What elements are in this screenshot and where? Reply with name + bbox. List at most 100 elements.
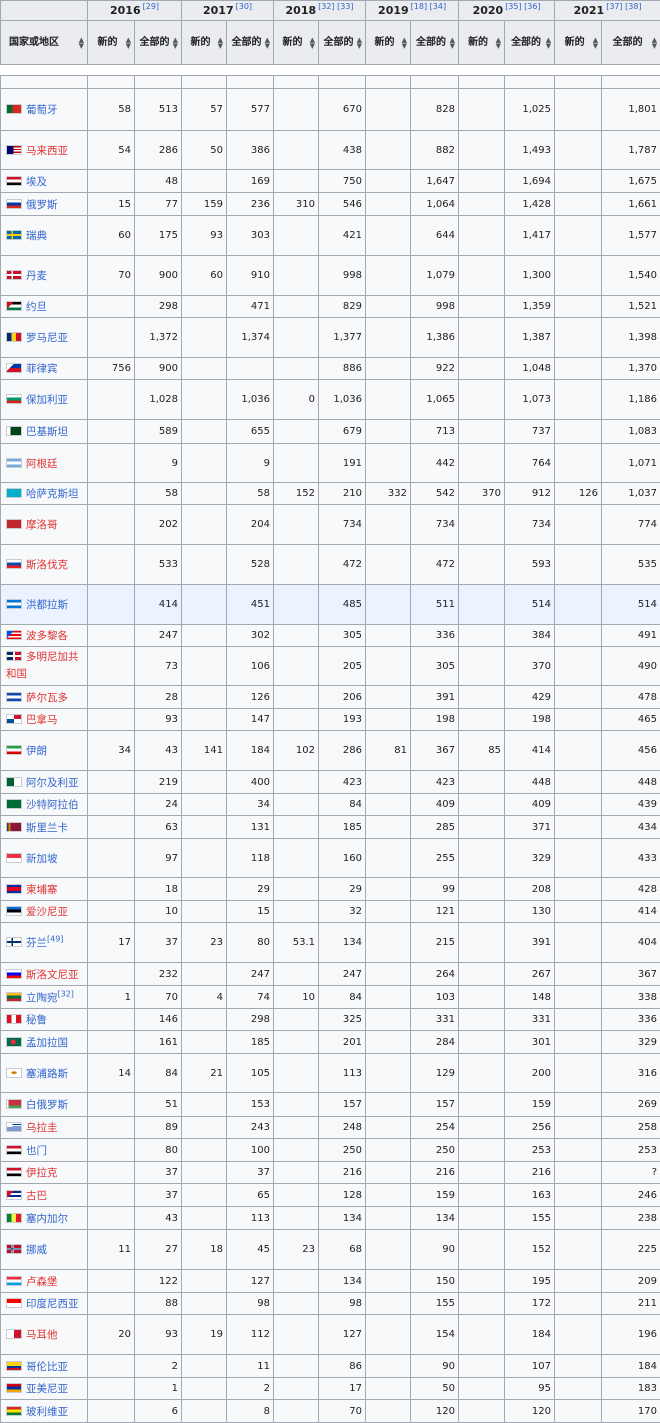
- year-ref-link[interactable]: [35] [36]: [505, 2, 540, 11]
- peru-flag-icon: [6, 1014, 22, 1024]
- country-link[interactable]: 菲律宾: [26, 363, 58, 375]
- table-row: 斯洛伐克533528472472593535: [1, 545, 660, 585]
- country-link[interactable]: 马来西亚: [26, 145, 68, 157]
- new-column-header-2021[interactable]: 新的▲▼: [555, 21, 602, 65]
- country-link[interactable]: 秘鲁: [26, 1014, 47, 1026]
- year-ref-link[interactable]: [32] [33]: [318, 2, 353, 11]
- country-link[interactable]: 阿尔及利亚: [26, 777, 79, 789]
- new-column-header-2016[interactable]: 新的▲▼: [88, 21, 135, 65]
- sort-arrows-icon[interactable]: ▲▼: [218, 37, 223, 49]
- total-column-header-2016[interactable]: 全部的▲▼: [135, 21, 182, 65]
- country-link[interactable]: 卢森堡: [26, 1276, 58, 1288]
- new-column-header-2020[interactable]: 新的▲▼: [459, 21, 505, 65]
- new-capacity-cell: [274, 89, 319, 131]
- country-link[interactable]: 阿根廷: [26, 458, 58, 470]
- total-capacity-cell: 465: [602, 709, 660, 731]
- jordan-flag-icon: [6, 301, 22, 311]
- country-link[interactable]: 马耳他: [26, 1329, 58, 1341]
- country-link[interactable]: 也门: [26, 1145, 47, 1157]
- country-cell: 立陶宛[32]: [1, 986, 88, 1009]
- sort-arrows-icon[interactable]: ▲▼: [126, 37, 131, 49]
- total-capacity-cell: 414: [505, 731, 555, 771]
- country-link[interactable]: 斯里兰卡: [26, 822, 68, 834]
- country-link[interactable]: 古巴: [26, 1190, 47, 1202]
- country-link[interactable]: 哈萨克斯坦: [26, 488, 79, 500]
- total-column-header-2020[interactable]: 全部的▲▼: [505, 21, 555, 65]
- total-column-header-2019[interactable]: 全部的▲▼: [411, 21, 459, 65]
- country-column-header[interactable]: 国家或地区▲▼: [1, 21, 88, 65]
- country-link[interactable]: 波多黎各: [26, 630, 68, 642]
- country-link[interactable]: 塞浦路斯: [26, 1068, 68, 1080]
- country-link[interactable]: 新加坡: [26, 853, 58, 865]
- country-link[interactable]: 伊拉克: [26, 1167, 58, 1179]
- year-ref-link[interactable]: [30]: [236, 2, 252, 11]
- sort-arrows-icon[interactable]: ▲▼: [496, 37, 501, 49]
- country-link[interactable]: 摩洛哥: [26, 519, 58, 531]
- country-link[interactable]: 芬兰: [26, 937, 47, 949]
- sort-arrows-icon[interactable]: ▲▼: [450, 37, 455, 49]
- sort-arrows-icon[interactable]: ▲▼: [173, 37, 178, 49]
- cuba-flag-icon: [6, 1190, 22, 1200]
- total-capacity-cell: 90: [411, 1230, 459, 1270]
- total-column-header-2021[interactable]: 全部的▲▼: [602, 21, 660, 65]
- country-link[interactable]: 立陶宛: [26, 992, 58, 1004]
- sort-arrows-icon[interactable]: ▲▼: [357, 37, 362, 49]
- country-link[interactable]: 洪都拉斯: [26, 599, 68, 611]
- country-link[interactable]: 罗马尼亚: [26, 332, 68, 344]
- new-column-header-2018[interactable]: 新的▲▼: [274, 21, 319, 65]
- country-link[interactable]: 孟加拉国: [26, 1037, 68, 1049]
- year-ref-link[interactable]: [18] [34]: [411, 2, 446, 11]
- sort-arrows-icon[interactable]: ▲▼: [402, 37, 407, 49]
- sort-arrows-icon[interactable]: ▲▼: [310, 37, 315, 49]
- country-link[interactable]: 挪威: [26, 1244, 47, 1256]
- total-column-header-2017[interactable]: 全部的▲▼: [227, 21, 274, 65]
- year-ref-link[interactable]: [29]: [143, 2, 159, 11]
- sort-arrows-icon[interactable]: ▲▼: [593, 37, 598, 49]
- country-link[interactable]: 哥伦比亚: [26, 1361, 68, 1373]
- country-link[interactable]: 约旦: [26, 301, 47, 313]
- sort-arrows-icon[interactable]: ▲▼: [265, 37, 270, 49]
- country-link[interactable]: 印度尼西亚: [26, 1298, 79, 1310]
- country-ref-link[interactable]: [49]: [47, 935, 63, 944]
- country-link[interactable]: 丹麦: [26, 270, 47, 282]
- russia-flag-icon: [6, 199, 22, 209]
- total-capacity-cell: 286: [319, 731, 366, 771]
- total-capacity-cell: 528: [227, 545, 274, 585]
- country-ref-link[interactable]: [32]: [58, 989, 74, 998]
- new-column-header-2017[interactable]: 新的▲▼: [182, 21, 227, 65]
- country-link[interactable]: 伊朗: [26, 745, 47, 757]
- total-column-header-2018[interactable]: 全部的▲▼: [319, 21, 366, 65]
- year-ref-link[interactable]: [37] [38]: [606, 2, 641, 11]
- country-link[interactable]: 瑞典: [26, 230, 47, 242]
- total-capacity-cell: 414: [135, 585, 182, 625]
- country-link[interactable]: 亚美尼亚: [26, 1383, 68, 1395]
- country-link[interactable]: 俄罗斯: [26, 199, 58, 211]
- sort-arrows-icon[interactable]: ▲▼: [79, 37, 84, 49]
- new-column-header-2019[interactable]: 新的▲▼: [366, 21, 411, 65]
- new-capacity-cell: [366, 1355, 411, 1378]
- country-link[interactable]: 巴基斯坦: [26, 426, 68, 438]
- sort-arrows-icon[interactable]: ▲▼: [546, 37, 551, 49]
- country-link[interactable]: 巴拿马: [26, 714, 58, 726]
- new-capacity-cell: [366, 505, 411, 545]
- total-capacity-cell: 170: [602, 1400, 660, 1423]
- country-link[interactable]: 玻利维亚: [26, 1406, 68, 1418]
- country-link[interactable]: 萨尔瓦多: [26, 692, 68, 704]
- new-capacity-cell: [366, 709, 411, 731]
- country-link[interactable]: 葡萄牙: [26, 104, 58, 116]
- country-link[interactable]: 保加利亚: [26, 394, 68, 406]
- country-link[interactable]: 斯洛文尼亚: [26, 969, 79, 981]
- total-capacity-cell: 371: [505, 816, 555, 839]
- country-link[interactable]: 柬埔寨: [26, 884, 58, 896]
- country-link[interactable]: 白俄罗斯: [26, 1099, 68, 1111]
- sort-arrows-icon[interactable]: ▲▼: [652, 37, 657, 49]
- country-link[interactable]: 爱沙尼亚: [26, 906, 68, 918]
- total-capacity-cell: 285: [411, 816, 459, 839]
- country-cell: 沙特阿拉伯: [1, 794, 88, 816]
- country-link[interactable]: 斯洛伐克: [26, 559, 68, 571]
- country-link[interactable]: 沙特阿拉伯: [26, 799, 79, 811]
- total-capacity-cell: 305: [411, 647, 459, 686]
- country-link[interactable]: 塞内加尔: [26, 1213, 68, 1225]
- country-link[interactable]: 乌拉圭: [26, 1122, 58, 1134]
- country-link[interactable]: 埃及: [26, 176, 47, 188]
